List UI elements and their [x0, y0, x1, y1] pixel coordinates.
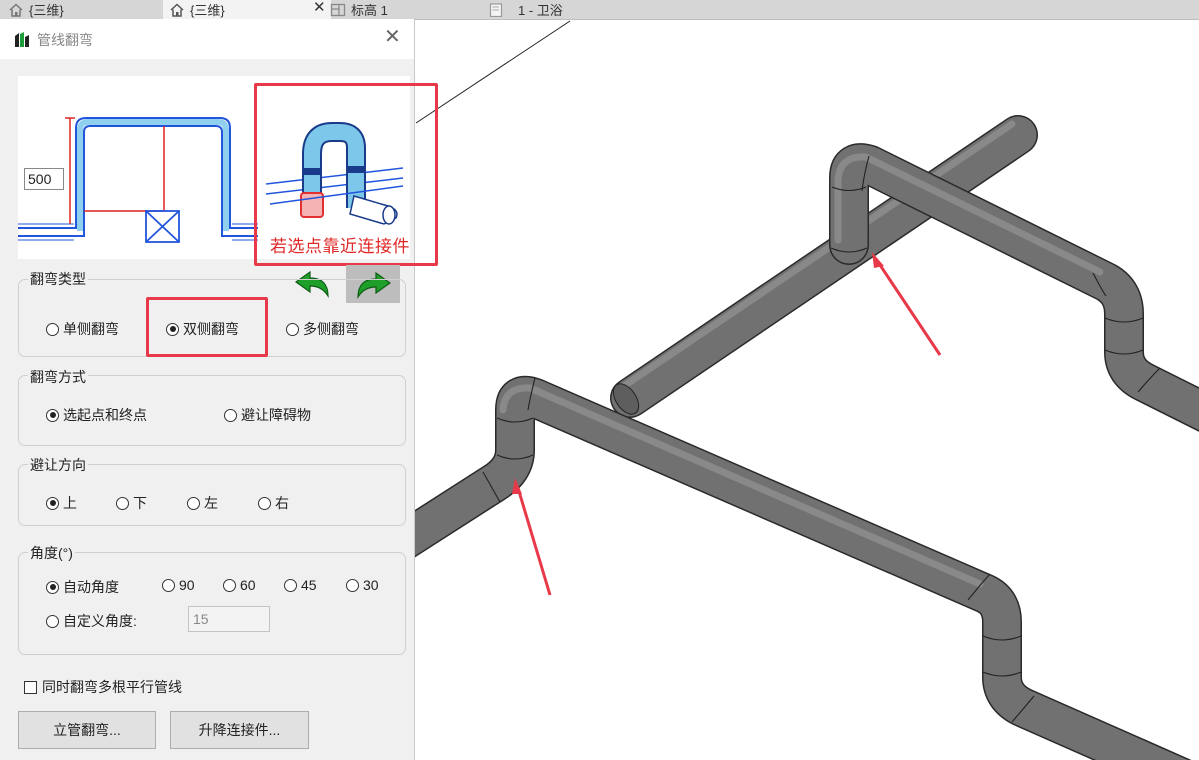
radio-auto-angle[interactable]: 自动角度 — [46, 577, 119, 597]
radio-label: 30 — [363, 577, 379, 593]
group-label-angle: 角度(°) — [28, 543, 75, 563]
radio-indicator — [284, 578, 297, 592]
home-icon — [8, 2, 24, 17]
checkbox-indicator — [24, 680, 37, 694]
tab-3d-view-2[interactable]: {三维} ✕ — [163, 0, 331, 19]
highlight-box-double-side — [146, 297, 268, 357]
group-label-avoid-direction: 避让方向 — [28, 455, 88, 475]
radio-direction-right[interactable]: 右 — [258, 493, 289, 513]
pipe-model-canvas: .po { stroke:#2a2a2a; stroke-width:40; s… — [415, 20, 1199, 760]
preview-caption: 若选点靠近连接件 — [270, 237, 410, 256]
radio-direction-up[interactable]: 上 — [46, 493, 77, 513]
radio-indicator — [46, 496, 59, 510]
group-label-bend-type: 翻弯类型 — [28, 269, 88, 289]
pipe-main-diagonal[interactable] — [608, 115, 1038, 419]
radio-label: 60 — [240, 577, 256, 593]
radio-avoid-obstacle[interactable]: 避让障碍物 — [224, 405, 311, 425]
radio-indicator — [46, 322, 59, 336]
radio-indicator — [346, 578, 359, 592]
radio-indicator — [162, 578, 175, 592]
radio-angle-30[interactable]: 30 — [346, 577, 379, 593]
pipe-bend-dialog: 管线翻弯 ✕ 500 若选点靠近连接件 翻弯类型 单侧翻弯 双侧翻弯 多侧翻弯 … — [0, 19, 438, 760]
radio-label: 避让障碍物 — [241, 407, 311, 423]
annotation-arrow-lower — [512, 478, 552, 596]
radio-direction-left[interactable]: 左 — [187, 493, 218, 513]
radio-multi-side[interactable]: 多侧翻弯 — [286, 319, 359, 339]
radio-label: 多侧翻弯 — [303, 321, 359, 337]
radio-label: 选起点和终点 — [63, 407, 147, 423]
group-angle — [18, 552, 406, 655]
close-icon[interactable]: ✕ — [384, 27, 401, 47]
floorplan-icon — [330, 3, 346, 17]
riser-bend-button[interactable]: 立管翻弯... — [18, 711, 156, 749]
radio-indicator — [46, 408, 59, 422]
radio-indicator — [187, 496, 200, 510]
radio-indicator — [46, 580, 59, 594]
radio-indicator — [223, 578, 236, 592]
radio-angle-90[interactable]: 90 — [162, 577, 195, 593]
radio-label: 下 — [133, 495, 147, 511]
radio-pick-start-end[interactable]: 选起点和终点 — [46, 405, 147, 425]
lift-connector-button[interactable]: 升降连接件... — [170, 711, 309, 749]
tab-label: 1 - 卫浴 — [518, 3, 563, 18]
view-tab-bar: {三维} {三维} ✕ 标高 1 1 - 卫浴 — [0, 0, 1199, 20]
radio-label: 45 — [301, 577, 317, 593]
radio-label: 自定义角度: — [63, 613, 137, 629]
radio-single-side[interactable]: 单侧翻弯 — [46, 319, 119, 339]
tab-label: {三维} — [29, 3, 64, 18]
pipe-back-bent[interactable] — [829, 143, 1199, 432]
radio-label: 左 — [204, 495, 218, 511]
home-icon — [169, 2, 185, 17]
radio-direction-down[interactable]: 下 — [116, 493, 147, 513]
dimension-value-input[interactable]: 500 — [24, 168, 64, 190]
leader-line — [415, 20, 571, 124]
radio-label: 90 — [179, 577, 195, 593]
pipe-front-bent[interactable] — [415, 375, 1199, 760]
tab-level-1[interactable]: 标高 1 — [330, 0, 480, 19]
tab-3d-view-1[interactable]: {三维} — [0, 0, 166, 19]
radio-label: 自动角度 — [63, 579, 119, 595]
app-logo-icon — [14, 31, 30, 51]
dialog-titlebar: 管线翻弯 ✕ — [0, 19, 414, 59]
group-label-bend-method: 翻弯方式 — [28, 367, 88, 387]
radio-label: 上 — [63, 495, 77, 511]
tab-label: {三维} — [190, 3, 225, 18]
radio-indicator — [258, 496, 271, 510]
radio-angle-45[interactable]: 45 — [284, 577, 317, 593]
3d-viewport[interactable]: .po { stroke:#2a2a2a; stroke-width:40; s… — [415, 20, 1199, 760]
radio-custom-angle[interactable]: 自定义角度: — [46, 611, 137, 631]
radio-indicator — [46, 614, 59, 628]
annotation-arrow-upper — [872, 252, 942, 356]
checkbox-label: 同时翻弯多根平行管线 — [42, 679, 182, 695]
sheet-icon — [488, 2, 504, 17]
dialog-title: 管线翻弯 — [37, 32, 93, 48]
custom-angle-input[interactable]: 15 — [188, 606, 270, 632]
radio-label: 右 — [275, 495, 289, 511]
tab-label: 标高 1 — [351, 3, 388, 18]
tab-sheet-plumbing[interactable]: 1 - 卫浴 — [488, 0, 688, 19]
radio-angle-60[interactable]: 60 — [223, 577, 256, 593]
radio-indicator — [224, 408, 237, 422]
radio-indicator — [286, 322, 299, 336]
checkbox-multi-parallel[interactable]: 同时翻弯多根平行管线 — [24, 677, 182, 697]
radio-indicator — [116, 496, 129, 510]
radio-label: 单侧翻弯 — [63, 321, 119, 337]
close-icon[interactable]: ✕ — [313, 0, 326, 16]
